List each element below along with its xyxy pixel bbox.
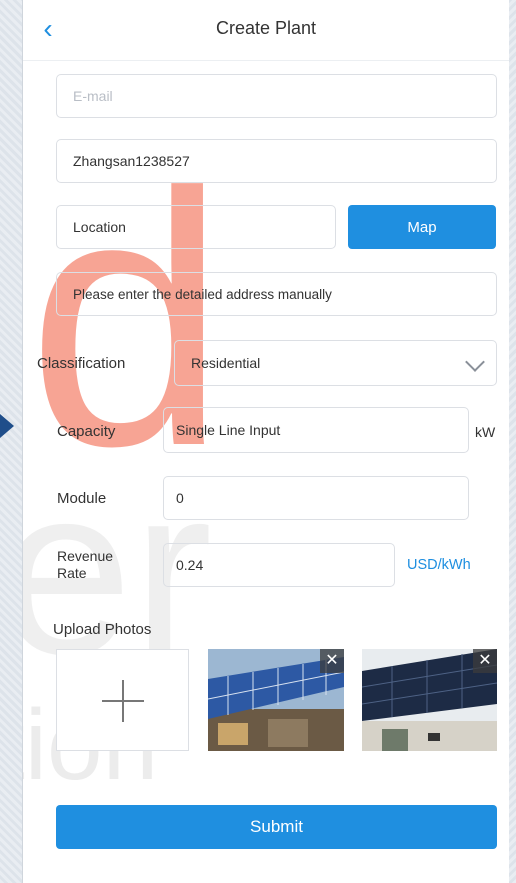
address-field[interactable]: Please enter the detailed address manual… xyxy=(56,272,497,316)
remove-photo-button[interactable]: ✕ xyxy=(473,649,497,673)
capacity-unit: kW xyxy=(475,424,496,440)
upload-photos-label: Upload Photos xyxy=(53,621,152,638)
add-photo-button[interactable] xyxy=(56,649,189,751)
location-field[interactable]: Location xyxy=(56,205,336,249)
photo-thumbnail[interactable]: ✕ xyxy=(208,649,344,751)
module-label: Module xyxy=(57,490,107,507)
map-button[interactable]: Map xyxy=(348,205,496,249)
location-value[interactable]: Location xyxy=(57,206,335,248)
classification-label: Classification xyxy=(37,355,126,372)
module-field[interactable]: 0 xyxy=(163,476,469,520)
capacity-label: Capacity xyxy=(57,423,116,440)
header: ‹ Create Plant xyxy=(23,0,509,61)
revenue-rate-unit: USD/kWh xyxy=(407,557,471,573)
address-input[interactable]: Please enter the detailed address manual… xyxy=(57,273,496,315)
page-title: Create Plant xyxy=(215,18,317,38)
revenue-rate-label: Revenue Rate xyxy=(57,548,114,581)
close-icon: ✕ xyxy=(478,652,492,669)
app-screen: d er tion ‹ Create Plant Zhangsan1238527… xyxy=(22,0,509,883)
background-left xyxy=(0,0,22,883)
close-icon: ✕ xyxy=(325,652,339,669)
capacity-field[interactable]: Single Line Input xyxy=(163,407,469,453)
username-value[interactable]: Zhangsan1238527 xyxy=(57,140,496,182)
classification-value[interactable]: Residential xyxy=(175,341,496,385)
module-input[interactable]: 0 xyxy=(164,477,468,519)
submit-button[interactable]: Submit xyxy=(56,805,497,849)
email-input[interactable] xyxy=(57,75,496,117)
capacity-input[interactable]: Single Line Input xyxy=(164,408,468,452)
remove-photo-button[interactable]: ✕ xyxy=(320,649,344,673)
email-field[interactable] xyxy=(56,74,497,118)
arrow-icon xyxy=(0,414,14,438)
photo-thumbnail[interactable]: ✕ xyxy=(362,649,497,751)
classification-select[interactable]: Residential xyxy=(174,340,497,386)
revenue-rate-input[interactable]: 0.24 xyxy=(164,544,394,586)
revenue-rate-field[interactable]: 0.24 xyxy=(163,543,395,587)
username-field[interactable]: Zhangsan1238527 xyxy=(56,139,497,183)
